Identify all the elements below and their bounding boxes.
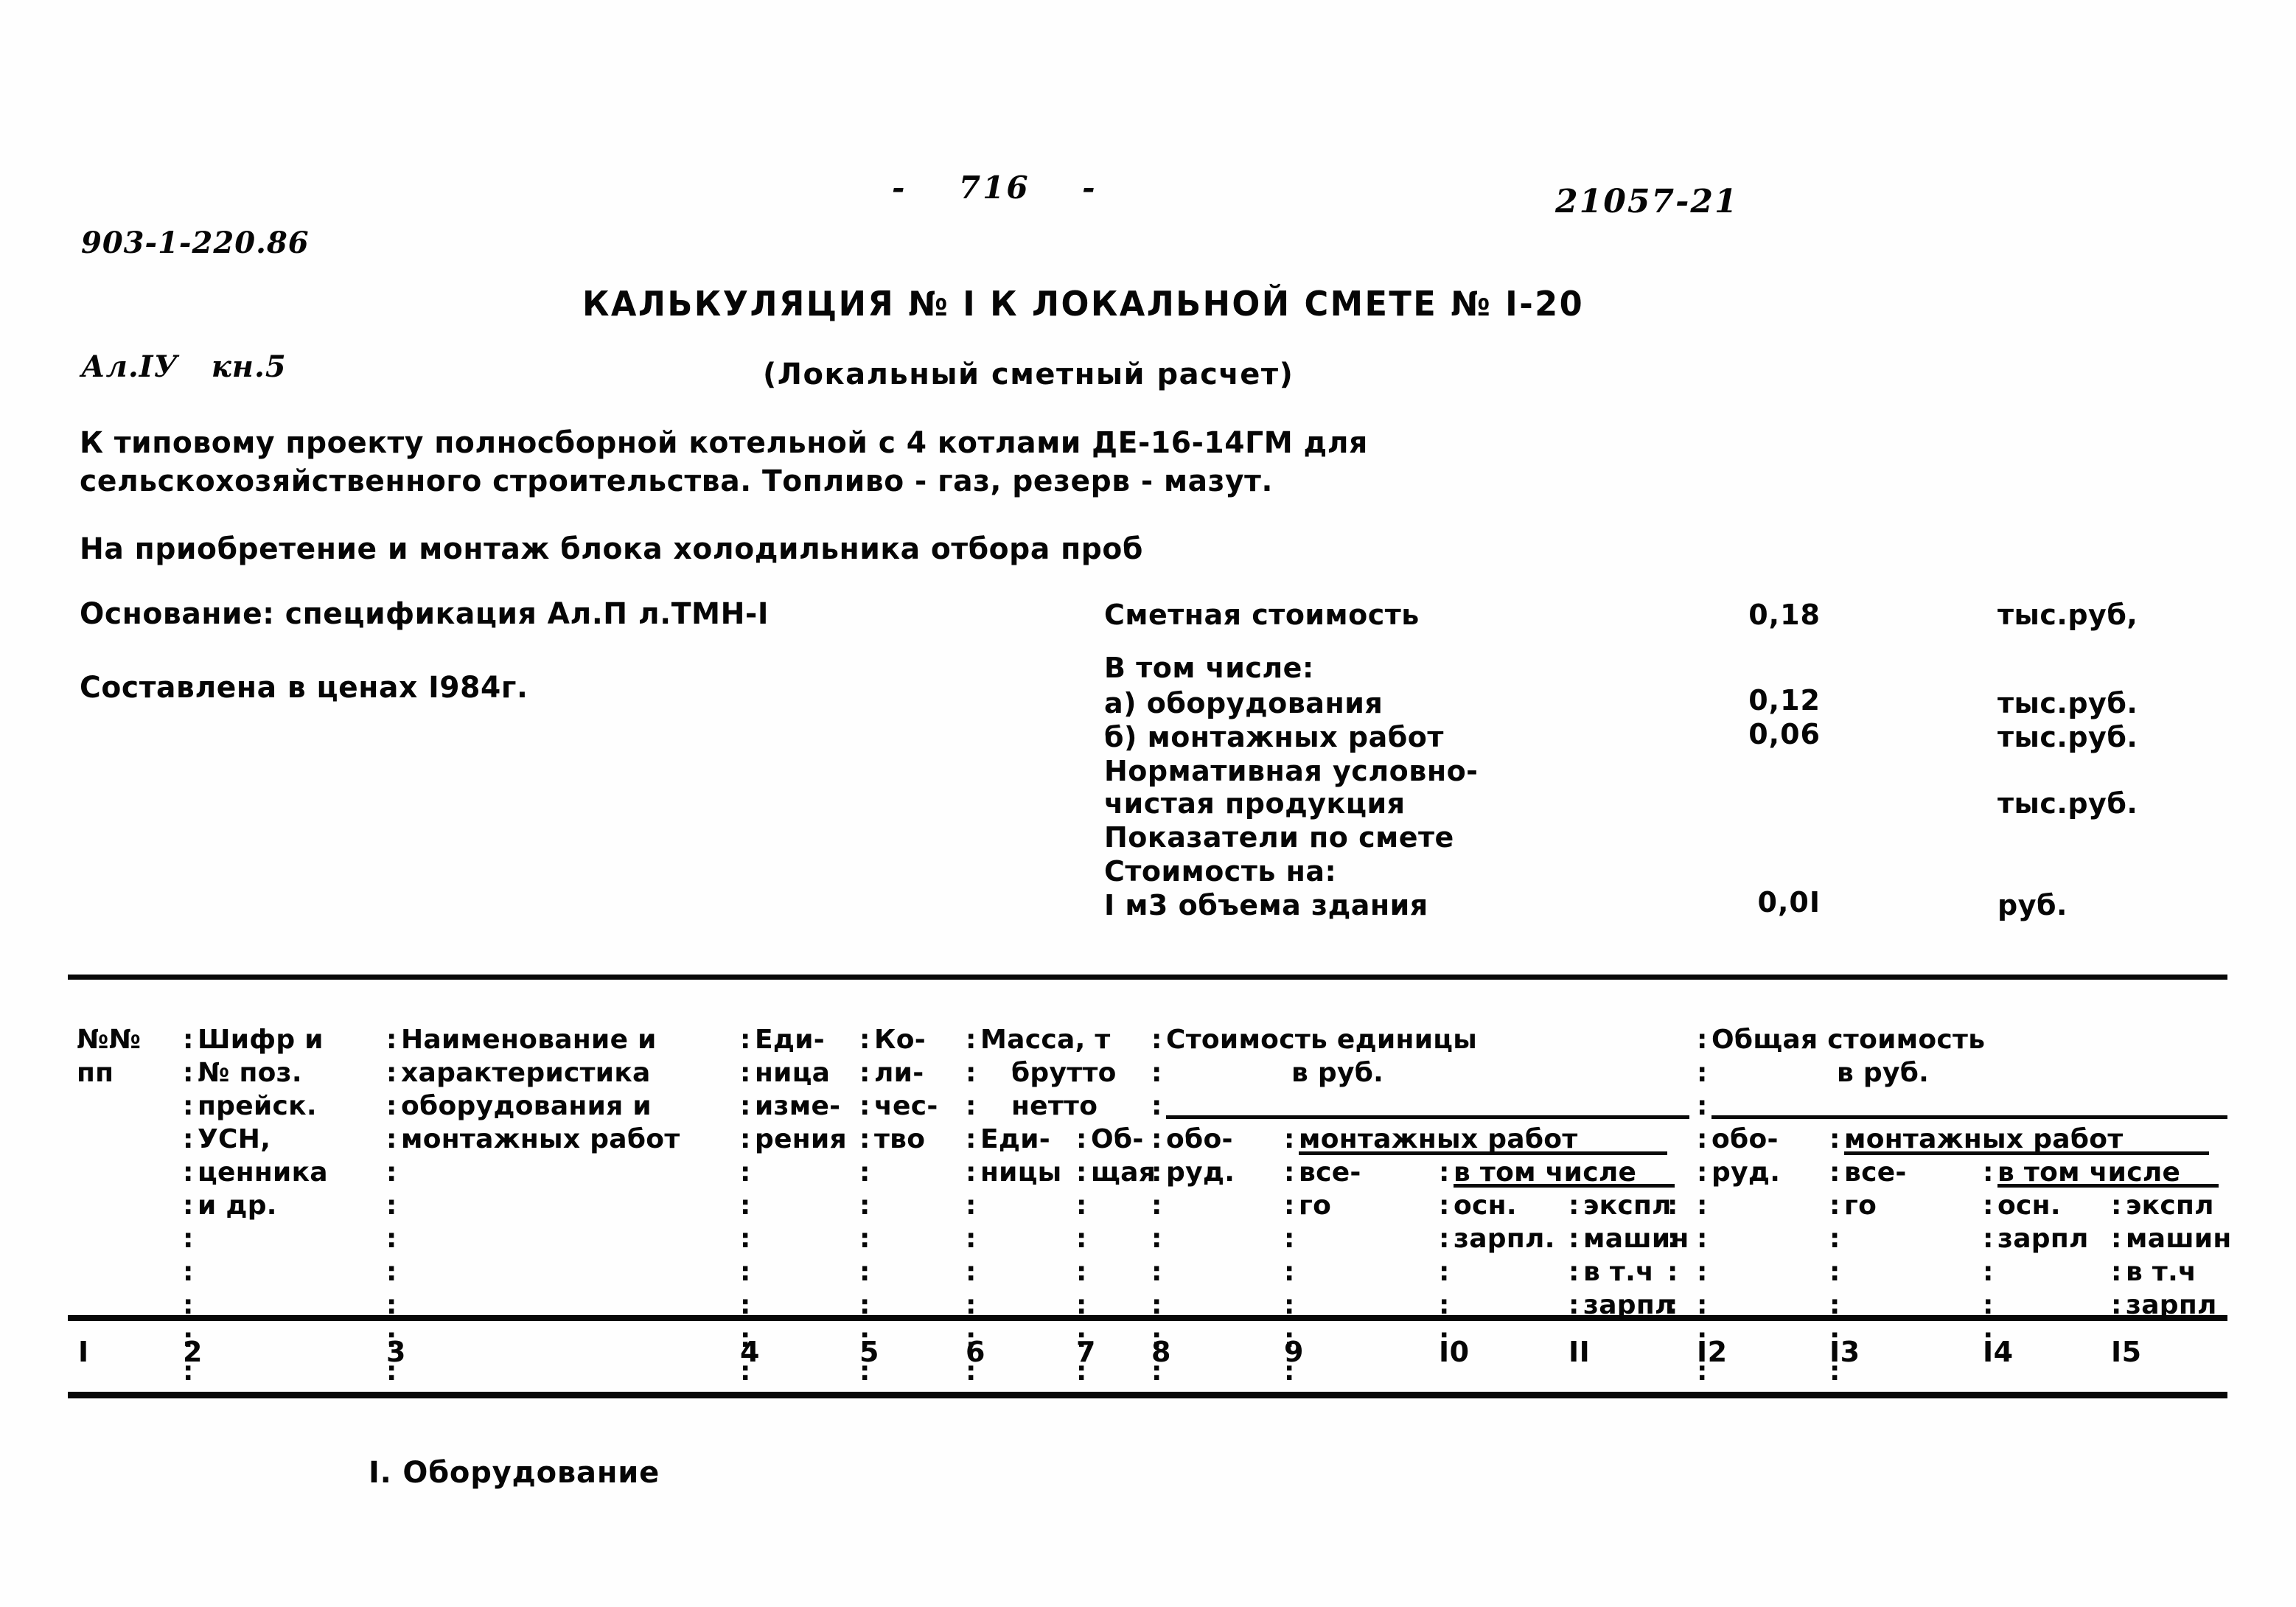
col11-separator-dots: : : : : [1569,1191,1580,1320]
col15-separator-dots: : : : : [2111,1191,2122,1320]
colnum-3: 3 [386,1336,406,1368]
th-col14-base-wage: осн. зарпл [1997,1191,2089,1254]
colnum-12: I2 [1697,1336,1728,1368]
th-col4-unit: Еди- ница изме- рения [755,1025,847,1154]
document-code: 21057-21 [1555,183,1739,220]
th-col6-per-unit: Еди- ницы [980,1124,1062,1188]
section-heading-equipment: I. Оборудование [369,1456,660,1490]
colnum-4: 4 [740,1336,760,1368]
col6-separator-dots: : : : : : : : : : : : [966,1025,977,1387]
colnum-11: II [1569,1336,1591,1368]
summary-label-nup-line2: чистая продукция [1104,787,1406,820]
col11-right-dots: : : : : [1667,1191,1678,1320]
summary-label-including: В том числе: [1104,652,1314,684]
summary-value-per-m3: 0,0I [1757,886,1821,918]
colnum-14: I4 [1983,1336,2014,1368]
total-including-group-underline [1997,1184,2219,1188]
col3-separator-dots: : : : : : : : : : : : [386,1025,397,1387]
summary-label-install: б) монтажных работ [1104,721,1444,753]
document-page: 903-1-220.86 Ал.IУ кн.5 - 716 - 21057-21… [0,0,2296,1607]
table-top-rule [68,975,2227,980]
th-col7-total-mass: Об- щая [1091,1124,1156,1188]
unit-cost-separator-dots: : : : : : : : : : : : [1151,1025,1162,1387]
summary-label-indicators: Показатели по смете [1104,821,1454,854]
colnum-1: I [78,1336,89,1368]
summary-label-equipment: а) оборудования [1104,687,1383,719]
col5-separator-dots: : : : : : : : : : : : [859,1025,870,1387]
colnum-9: 9 [1284,1336,1304,1368]
th-col1-number: №№ пп [77,1025,142,1088]
col4-separator-dots: : : : : : : : : : : : [740,1025,751,1387]
colnum-13: I3 [1829,1336,1860,1368]
colnum-15: I5 [2111,1336,2142,1368]
th-unit-cost-currency: в руб. [1291,1058,1384,1088]
th-col15-machines: экспл машин в т.ч зарпл [2126,1191,2232,1320]
col10-separator-dots: : : : : : : [1439,1157,1450,1353]
page-title: КАЛЬКУЛЯЦИЯ № I К ЛОКАЛЬНОЙ СМЕТЕ № I-20 [582,284,1585,324]
th-total-cost-currency: в руб. [1837,1058,1930,1088]
colnum-7: 7 [1076,1336,1096,1368]
project-description-line-2: сельскохозяйственного строительства. Топ… [80,464,1273,498]
th-col8-equipment: обо- руд. [1166,1124,1235,1188]
project-description-line-1: К типовому проекту полносборной котельно… [80,426,1368,460]
total-cost-group-underline [1711,1115,2227,1119]
summary-label-nup-line1: Нормативная условно- [1104,755,1479,787]
summary-unit-per-m3: руб. [1997,889,2068,921]
colnum-10: I0 [1439,1336,1470,1368]
th-col13-all: все- го [1844,1157,1907,1221]
th-col2-code: Шифр и № поз. прейск. УСН, ценника и др. [198,1025,328,1221]
price-level-label: Составлена в ценах I984г. [80,671,528,705]
th-mass-netto: нетто [1011,1091,1098,1121]
install-group-underline [1299,1151,1667,1155]
th-col12-equipment: обо- руд. [1711,1124,1781,1188]
col2-separator-dots: : : : : : : : : : : : [183,1025,194,1387]
th-col5-quantity: Ко- ли- чес- тво [874,1025,938,1154]
total-cost-separator-dots: : : : : : : : : : : : [1697,1025,1708,1387]
th-col9-all: все- го [1299,1157,1361,1221]
summary-unit-nup: тыс.руб. [1997,787,2138,820]
page-subtitle: (Локальный сметный расчет) [763,358,1294,391]
stamp-album-book: Ал.IУ кн.5 [81,349,287,384]
colnum-6: 6 [966,1336,985,1368]
table-bottom-rule [68,1392,2227,1398]
summary-label-cost-per: Стоимость на: [1104,855,1337,888]
summary-value-total: 0,18 [1748,599,1821,631]
stamp-series-number: 903-1-220.86 [81,226,310,260]
total-install-group-underline [1844,1151,2209,1155]
summary-unit-install: тыс.руб. [1997,721,2138,753]
summary-unit-equipment: тыс.руб. [1997,687,2138,719]
th-mass-group: Масса, т [980,1025,1111,1055]
colnum-5: 5 [859,1336,879,1368]
page-number: - 716 - [892,170,1098,206]
th-col10-base-wage: осн. зарпл. [1454,1191,1555,1254]
summary-label-per-m3: I м3 объема здания [1104,889,1428,921]
colnum-2: 2 [183,1336,203,1368]
summary-label-total: Сметная стоимость [1104,599,1420,631]
unit-cost-group-underline [1166,1115,1689,1119]
basis-label: Основание: спецификация Ал.П л.ТМН-I [80,597,770,631]
th-col3-name: Наименование и характеристика оборудован… [401,1025,680,1154]
summary-unit-total: тыс.руб, [1997,599,2138,631]
th-total-cost-group: Общая стоимость [1711,1025,1986,1055]
including-group-underline [1454,1184,1675,1188]
estimate-purpose: На приобретение и монтаж блока холодильн… [80,532,1143,566]
col14-separator-dots: : : : : : : [1983,1157,1994,1353]
th-unit-cost-group: Стоимость единицы [1166,1025,1478,1055]
th-mass-brutto: брутто [1011,1058,1117,1088]
summary-value-install: 0,06 [1748,718,1821,750]
colnum-8: 8 [1151,1336,1171,1368]
summary-value-equipment: 0,12 [1748,684,1821,717]
document-stamp: 903-1-220.86 Ал.IУ кн.5 [81,140,310,470]
